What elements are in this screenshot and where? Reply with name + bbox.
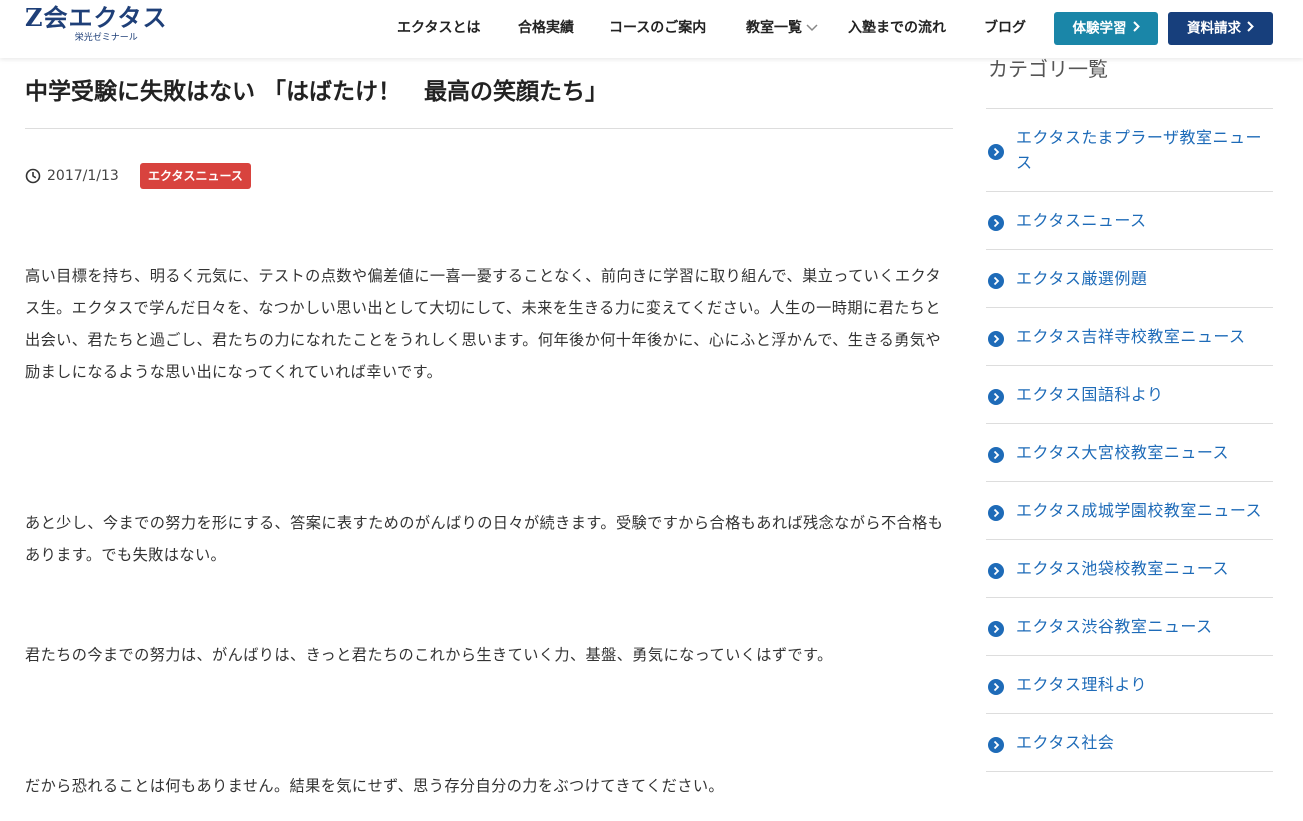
sidebar-category-ectas-news[interactable]: エクタスニュース [986, 192, 1273, 250]
sidebar-category-label: エクタス成城学園校教室ニュース [1016, 501, 1263, 520]
sidebar-category-tamaplaza-news[interactable]: エクタスたまプラーザ教室ニュース [986, 109, 1273, 192]
sidebar-category-label: エクタス池袋校教室ニュース [1016, 559, 1230, 578]
nav-item-label: 合格実績 [518, 20, 574, 36]
nav-item-label: 入塾までの流れ [848, 20, 946, 36]
trial-lesson-button[interactable]: 体験学習 [1054, 12, 1158, 45]
post-date: 2017/1/13 [47, 168, 119, 184]
circle-arrow-right-icon [988, 142, 1004, 167]
trial-lesson-label: 体験学習 [1072, 20, 1127, 37]
site-logo[interactable]: Z会エクタス 栄光ゼミナール [25, 4, 168, 44]
request-documents-label: 資料請求 [1187, 20, 1241, 37]
sidebar-category-label: エクタス理科より [1016, 675, 1148, 694]
site-header: Z会エクタス 栄光ゼミナール エクタスとは 合格実績 コースのご案内 教室一覧 … [0, 0, 1303, 58]
article-paragraph: だから恐れることは何もありません。結果を気にせず、思う存分自分の力をぶつけてきて… [25, 777, 725, 795]
request-documents-button[interactable]: 資料請求 [1168, 12, 1273, 45]
sidebar-category-label: エクタス渋谷教室ニュース [1016, 617, 1213, 636]
nav-item-about[interactable]: エクタスとは [397, 18, 480, 38]
chevron-right-icon [1132, 12, 1140, 45]
title-divider [25, 128, 953, 129]
sidebar-category-seijo-news[interactable]: エクタス成城学園校教室ニュース [986, 482, 1273, 540]
category-badge[interactable]: エクタスニュース [140, 163, 251, 189]
chevron-right-icon [1247, 12, 1254, 45]
sidebar-category-ikebukuro-news[interactable]: エクタス池袋校教室ニュース [986, 540, 1273, 598]
chevron-down-icon [806, 18, 818, 38]
logo-main-text: Z会エクタス [25, 3, 168, 32]
nav-item-label: 教室一覧 [746, 20, 802, 36]
page-title: 中学受験に失敗はない 「はばたけ！ 最高の笑顔たち」 [25, 78, 609, 105]
circle-arrow-right-icon [988, 561, 1004, 586]
nav-item-blog[interactable]: ブログ [984, 18, 1026, 38]
nav-item-label: ブログ [984, 20, 1026, 36]
sidebar-category-science[interactable]: エクタス理科より [986, 656, 1273, 714]
sidebar-category-label: エクタス国語科より [1016, 385, 1164, 404]
article-paragraph: あと少し、今までの努力を形にする、答案に表すためのがんばりの日々が続きます。受験… [25, 514, 944, 564]
circle-arrow-right-icon [988, 445, 1004, 470]
category-list: エクタスたまプラーザ教室ニュース エクタスニュース エクタス厳選例題 エクタス吉… [986, 108, 1273, 772]
circle-arrow-right-icon [988, 213, 1004, 238]
sidebar-category-kichijoji-news[interactable]: エクタス吉祥寺校教室ニュース [986, 308, 1273, 366]
article-paragraph: 君たちの今までの努力は、がんばりは、きっと君たちのこれから生きていく力、基盤、勇… [25, 646, 833, 664]
clock-icon [25, 168, 41, 188]
nav-item-courses[interactable]: コースのご案内 [609, 18, 706, 38]
circle-arrow-right-icon [988, 503, 1004, 528]
circle-arrow-right-icon [988, 619, 1004, 644]
sidebar-category-label: エクタス厳選例題 [1016, 269, 1148, 288]
nav-item-results[interactable]: 合格実績 [518, 18, 574, 38]
sidebar-category-omiya-news[interactable]: エクタス大宮校教室ニュース [986, 424, 1273, 482]
sidebar-category-label: エクタスニュース [1016, 211, 1147, 230]
sidebar-category-social-studies[interactable]: エクタス社会 [986, 714, 1273, 772]
sidebar-category-label: エクタス社会 [1016, 733, 1115, 752]
sidebar-category-label: エクタスたまプラーザ教室ニュース [1016, 128, 1263, 172]
circle-arrow-right-icon [988, 271, 1004, 296]
nav-item-enrollment-flow[interactable]: 入塾までの流れ [848, 18, 946, 38]
circle-arrow-right-icon [988, 329, 1004, 354]
nav-item-classrooms[interactable]: 教室一覧 [746, 18, 818, 38]
sidebar-category-japanese[interactable]: エクタス国語科より [986, 366, 1273, 424]
logo-sub-text: 栄光ゼミナール [74, 33, 138, 43]
sidebar-category-shibuya-news[interactable]: エクタス渋谷教室ニュース [986, 598, 1273, 656]
nav-item-label: コースのご案内 [609, 20, 707, 36]
sidebar-category-label: エクタス吉祥寺校教室ニュース [1016, 327, 1246, 346]
article-paragraph: 高い目標を持ち、明るく元気に、テストの点数や偏差値に一喜一憂することなく、前向き… [25, 267, 942, 381]
circle-arrow-right-icon [988, 735, 1004, 760]
circle-arrow-right-icon [988, 677, 1004, 702]
sidebar-category-label: エクタス大宮校教室ニュース [1016, 443, 1230, 462]
circle-arrow-right-icon [988, 387, 1004, 412]
sidebar-category-selected-problems[interactable]: エクタス厳選例題 [986, 250, 1273, 308]
nav-item-label: エクタスとは [397, 20, 481, 36]
